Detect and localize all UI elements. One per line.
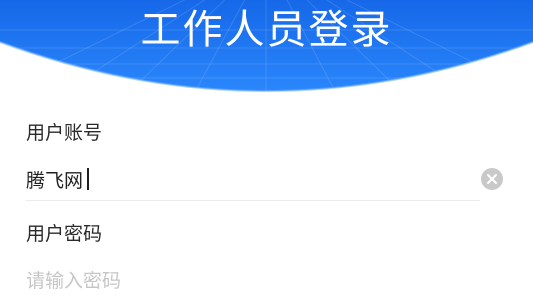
account-label: 用户账号 <box>26 122 103 144</box>
account-field-row <box>26 160 480 201</box>
text-cursor <box>87 168 89 190</box>
password-input[interactable] <box>26 262 466 300</box>
account-input[interactable] <box>26 160 466 198</box>
page-title: 工作人员登录 <box>140 7 393 53</box>
password-label: 用户密码 <box>26 223 103 245</box>
clear-icon[interactable] <box>481 168 503 190</box>
password-field-row <box>26 262 480 301</box>
close-icon <box>487 174 497 184</box>
header-banner: 工作人员登录 <box>0 0 533 92</box>
login-page: 工作人员登录 用户账号 用户密码 <box>0 0 533 301</box>
